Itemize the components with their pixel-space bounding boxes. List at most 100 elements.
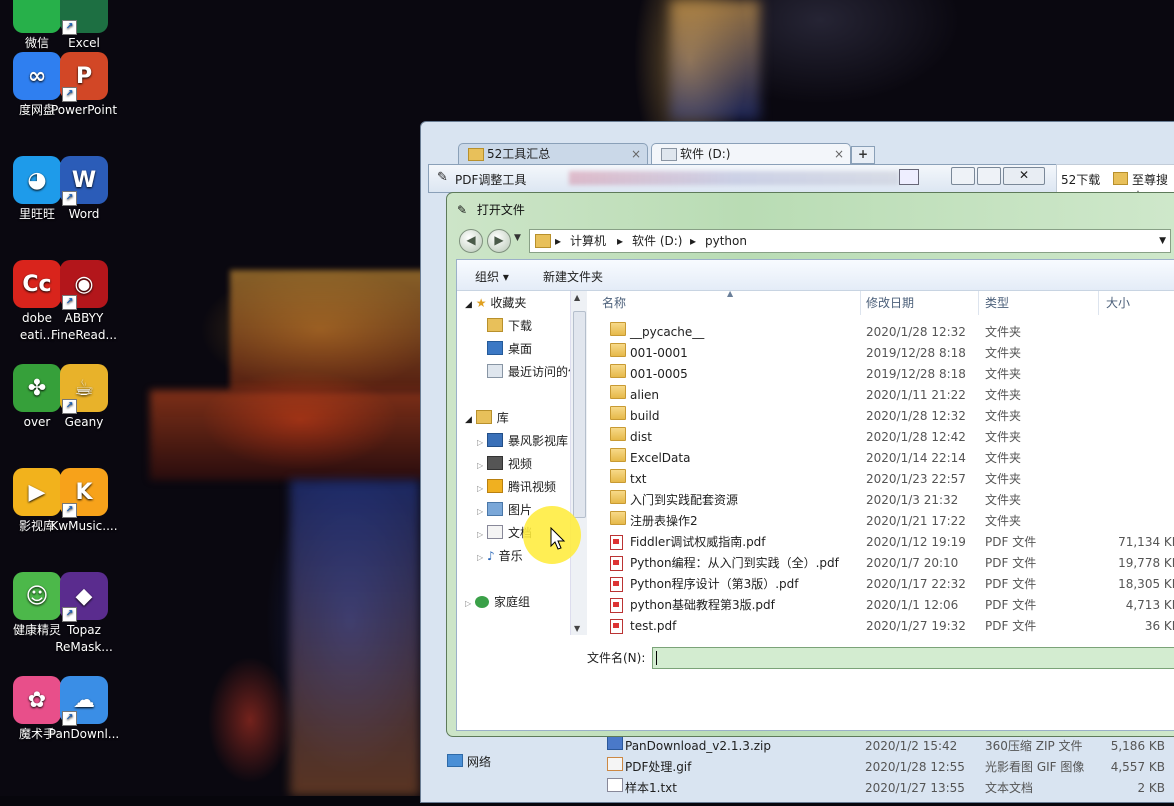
column-header-size[interactable]: 大小 [1106,291,1130,315]
tab-close-icon[interactable]: × [631,144,641,165]
blurred-toolbar [569,171,899,185]
word-desktop-icon[interactable]: W ↗ Word [37,156,131,223]
folder-row[interactable]: dist 2020/1/28 12:42 文件夹 [590,427,1174,448]
file-size: 4,713 KB [1125,598,1174,612]
nav-videos[interactable]: ▷ 视频 [477,454,532,474]
nav-music[interactable]: ▷ ♪ 音乐 [477,546,523,566]
new-tab-button[interactable]: + [851,146,875,164]
folder-icon [468,148,484,161]
tab-52-tools[interactable]: 52工具汇总 × [458,143,648,165]
scroll-down-icon[interactable]: ▼ [574,624,580,633]
folder-row[interactable]: 001-0005 2019/12/28 8:18 文件夹 [590,364,1174,385]
open-file-dialog[interactable]: ✎ 打开文件 ◀ ▶ ▼ ▸ 计算机 ▸ 软件 (D:) ▸ python ▼ … [446,192,1174,737]
forward-button[interactable]: ▶ [487,229,511,253]
shortcut-arrow-icon: ↗ [62,711,77,726]
minimize-button[interactable] [951,167,975,185]
excel-desktop-icon[interactable]: ↗ Excel [37,0,131,52]
tab-close-icon[interactable]: × [834,144,844,165]
restore-icon[interactable] [899,169,919,185]
nav-baofeng[interactable]: ▷ 暴风影视库 [477,431,568,451]
file-name: alien [630,388,660,402]
history-dropdown-icon[interactable]: ▼ [514,233,521,243]
folder-row[interactable]: 注册表操作2 2020/1/21 17:22 文件夹 [590,511,1174,532]
list-item[interactable]: PDF处理.gif 2020/1/28 12:55 光影看图 GIF 图像 4,… [603,757,1173,778]
filename-input[interactable] [652,647,1174,669]
pdf-tool-window[interactable]: ✎ PDF调整工具 ✕ [428,164,1058,193]
file-date: 2020/1/28 12:32 [866,409,966,423]
folder-icon [610,322,626,336]
recent-places-icon [487,364,503,378]
file-date: 2020/1/28 12:32 [866,325,966,339]
filename-label: 文件名(N): [587,651,646,665]
folder-row[interactable]: 001-0001 2019/12/28 8:18 文件夹 [590,343,1174,364]
navigation-pane: ◢ ★ 收藏夹 下载 桌面 最近访问的位置 ◢ 库 ▷ 暴风影视库 ▷ 视频 ▷… [457,291,587,635]
file-row[interactable]: test.pdf 2020/1/27 19:32 PDF 文件 36 KB [590,616,1174,635]
wallpaper-road [290,480,420,796]
back-button[interactable]: ◀ [459,229,483,253]
powerpoint-desktop-icon[interactable]: P ↗ PowerPoint [37,52,131,119]
breadcrumb[interactable]: ▸ 计算机 ▸ 软件 (D:) ▸ python ▼ [529,229,1171,253]
nav-desktop[interactable]: 桌面 [487,339,532,359]
nav-library[interactable]: ◢ 库 [465,408,509,428]
file-row[interactable]: Fiddler调试权威指南.pdf 2020/1/12 19:19 PDF 文件 71… [590,532,1174,553]
file-date: 2020/1/23 22:57 [866,472,966,486]
file-row[interactable]: python基础教程第3版.pdf 2020/1/1 12:06 PDF 文件 4,7… [590,595,1174,616]
shortcut-arrow-icon: ↗ [62,399,77,414]
dialog-title: 打开文件 [476,203,525,217]
nav-downloads[interactable]: 下载 [487,316,532,336]
nav-homegroup[interactable]: ▷ 家庭组 [465,592,530,612]
scrollbar-thumb[interactable] [573,311,586,518]
desktop-icon-label: ABBYY FineRead... [51,311,117,342]
file-type: 文件夹 [985,451,1022,465]
scroll-up-icon[interactable]: ▲ [574,293,580,302]
column-header-type[interactable]: 类型 [985,291,1009,315]
bookmark-52download[interactable]: 52下载 [1061,171,1100,188]
desktop-icon-label: Geany [64,415,104,429]
folder-row[interactable]: alien 2020/1/11 21:22 文件夹 [590,385,1174,406]
folder-row[interactable]: txt 2020/1/23 22:57 文件夹 [590,469,1174,490]
nav-network[interactable]: 网络 [447,753,491,770]
desktop-icon-label: Excel [68,36,100,50]
desktop-icon-label: KwMusic.... [50,519,118,533]
folder-icon [610,469,626,483]
cursor-arrow-icon [550,527,566,550]
breadcrumb-computer[interactable]: 计算机 [570,230,606,252]
dialog-body: 组织 ▾ 新建文件夹 ◢ ★ 收藏夹 下载 桌面 最近访问的位置 ◢ 库 ▷ 暴… [456,259,1174,731]
column-header-name[interactable]: 名称 [602,291,626,315]
tab-label: 52工具汇总 [487,147,551,161]
topaz-remask-desktop-icon[interactable]: ◆ ↗ Topaz ReMask... [37,572,131,656]
file-row[interactable]: Python程序设计（第3版）.pdf 2020/1/17 22:32 PDF 文件… [590,574,1174,595]
close-button[interactable]: ✕ [1003,167,1045,185]
desktop-icon-label: PanDownl... [48,727,120,741]
abbyy-finereader-desktop-icon[interactable]: ◉ ↗ ABBYY FineRead... [37,260,131,344]
nav-pictures[interactable]: ▷ 图片 [477,500,532,520]
star-icon: ★ [475,296,487,310]
zip-file-icon [607,736,623,750]
folder-icon [610,343,626,357]
tab-software-d[interactable]: 软件 (D:) × [651,143,851,165]
file-type: 文件夹 [985,367,1022,381]
kwmusic-desktop-icon[interactable]: K ↗ KwMusic.... [37,468,131,535]
breadcrumb-drive-d[interactable]: 软件 (D:) [632,230,682,252]
breadcrumb-python[interactable]: python [705,230,747,252]
nav-label: 图片 [507,503,532,517]
folder-row[interactable]: ExcelData 2020/1/14 22:14 文件夹 [590,448,1174,469]
maximize-button[interactable] [977,167,1001,185]
organize-button[interactable]: 组织 ▾ [475,268,509,285]
column-header-date[interactable]: 修改日期 [866,291,914,315]
folder-row[interactable]: 入门到实践配套资源 2020/1/3 21:32 文件夹 [590,490,1174,511]
geany-desktop-icon[interactable]: ☕ ↗ Geany [37,364,131,431]
file-row[interactable]: Python编程：从入门到实践（全）.pdf 2020/1/7 20:10 PDF … [590,553,1174,574]
nav-label: 库 [496,411,509,425]
folder-row[interactable]: build 2020/1/28 12:32 文件夹 [590,406,1174,427]
nav-tencent-video[interactable]: ▷ 腾讯视频 [477,477,556,497]
list-item[interactable]: PanDownload_v2.1.3.zip 2020/1/2 15:42 36… [603,736,1173,757]
nav-scrollbar[interactable]: ▲ ▼ [570,291,587,635]
new-folder-button[interactable]: 新建文件夹 [543,268,603,285]
file-name: ExcelData [630,451,691,465]
folder-row[interactable]: __pycache__ 2020/1/28 12:32 文件夹 [590,322,1174,343]
address-dropdown-icon[interactable]: ▼ [1159,230,1166,252]
nav-favorites[interactable]: ◢ ★ 收藏夹 [465,293,526,313]
pandownload-desktop-icon[interactable]: ☁ ↗ PanDownl... [37,676,131,743]
file-date: 2020/1/11 21:22 [866,388,966,402]
